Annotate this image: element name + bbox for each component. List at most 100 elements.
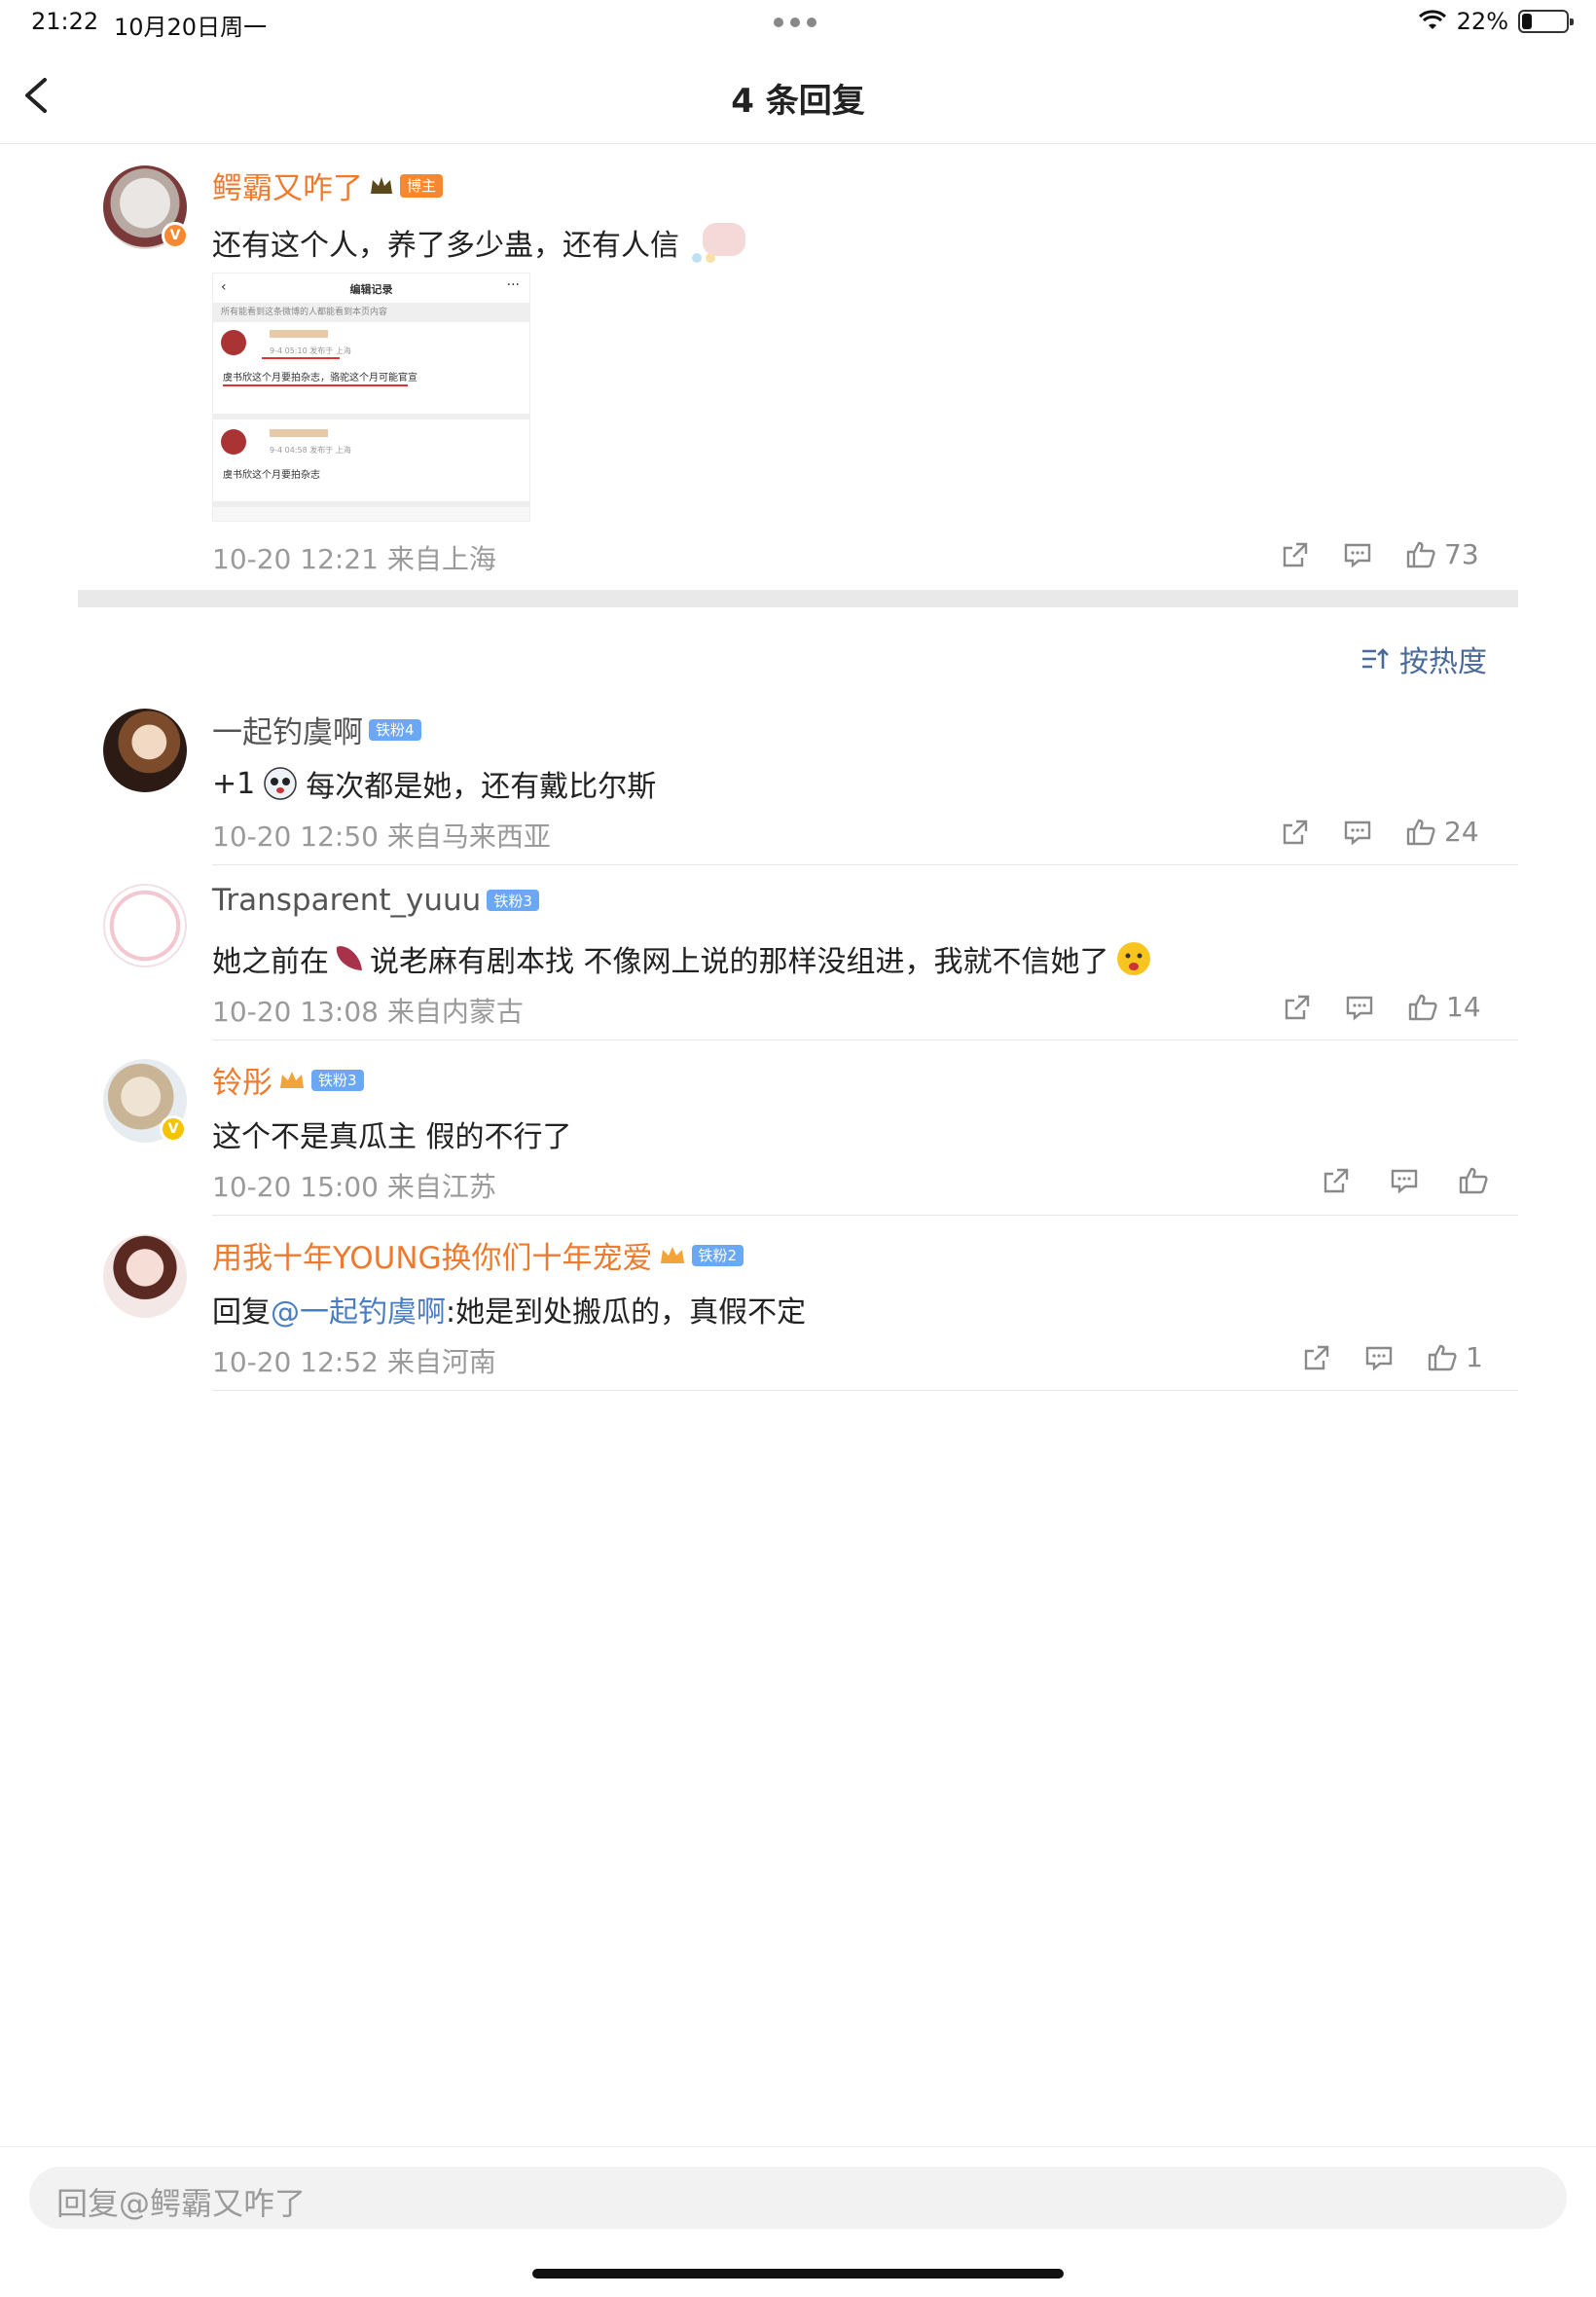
wifi-icon bbox=[1418, 10, 1446, 29]
comment-username[interactable]: 一起钓虞啊 铁粉4 bbox=[212, 708, 421, 751]
share-icon bbox=[1304, 1345, 1329, 1369]
status-date: 10月20日周一 bbox=[114, 14, 268, 41]
username-text[interactable]: 用我十年YOUNG换你们十年宠爱 bbox=[212, 1233, 653, 1277]
share-icon bbox=[1283, 542, 1308, 566]
thumbs-up-icon bbox=[1406, 819, 1435, 845]
comment-button[interactable] bbox=[1364, 1343, 1394, 1372]
verified-badge-icon: V bbox=[160, 1115, 187, 1143]
comment-username[interactable]: Transparent_yuuu 铁粉3 bbox=[212, 883, 539, 918]
embed-avatar bbox=[221, 330, 246, 355]
fan-badge: 铁粉2 bbox=[691, 1244, 744, 1266]
embedded-screenshot-image[interactable]: ‹ 编辑记录 ··· 所有能看到这条微博的人都能看到本页内容 9-4 05:10… bbox=[212, 273, 530, 522]
embed-avatar bbox=[221, 429, 246, 455]
embed-row-time: 9-4 04:58 发布于 上海 bbox=[270, 446, 351, 455]
divider bbox=[212, 1039, 1518, 1040]
comment-text-content: 说老麻有剧本找 不像网上说的那样没组进，我就不信她了 bbox=[370, 945, 1109, 979]
like-button[interactable] bbox=[1458, 1166, 1497, 1195]
comment-text-content: :她是到处搬瓜的，真假不定 bbox=[446, 1295, 807, 1330]
embed-row-text: 虞书欣这个月要拍杂志 bbox=[223, 470, 320, 481]
embed-title: 编辑记录 bbox=[349, 283, 393, 296]
like-button[interactable]: 73 bbox=[1405, 538, 1479, 570]
sweet-potato-emoji-icon bbox=[336, 946, 362, 970]
share-button[interactable] bbox=[1281, 818, 1310, 847]
multitask-dots-icon[interactable] bbox=[774, 18, 816, 27]
divider bbox=[212, 864, 1518, 865]
like-button[interactable]: 1 bbox=[1427, 1341, 1483, 1373]
status-time: 21:22 bbox=[31, 8, 99, 35]
username-text[interactable]: 一起钓虞啊 bbox=[212, 708, 363, 751]
sort-label: 按热度 bbox=[1399, 645, 1487, 679]
embed-row: 9-4 05:10 发布于 上海 虞书欣这个月要拍杂志，骆驼这个月可能官宣 bbox=[213, 322, 529, 419]
embed-username-blur bbox=[270, 429, 328, 437]
comment-text: 还有这个人，养了多少蛊，还有人信 bbox=[212, 219, 747, 266]
comment-text: 她之前在 说老麻有剧本找 不像网上说的那样没组进，我就不信她了 bbox=[212, 937, 1152, 980]
like-count: 14 bbox=[1446, 991, 1481, 1023]
embed-header: ‹ 编辑记录 ··· bbox=[213, 273, 529, 303]
nav-bar: 4 条回复 bbox=[0, 47, 1596, 144]
thumbs-up-icon bbox=[1406, 541, 1435, 567]
sticker-icon bbox=[692, 223, 745, 263]
share-button[interactable] bbox=[1283, 993, 1312, 1022]
share-button[interactable] bbox=[1322, 1166, 1351, 1195]
comment-button[interactable] bbox=[1343, 818, 1372, 847]
fan-badge: 铁粉4 bbox=[369, 718, 421, 741]
comment-icon bbox=[1346, 996, 1373, 1021]
sort-icon bbox=[1362, 648, 1389, 669]
comment-icon bbox=[1344, 543, 1371, 568]
verified-badge-icon: V bbox=[162, 222, 189, 249]
comment-meta: 10-20 12:50 来自马来西亚 bbox=[212, 820, 551, 853]
share-button[interactable] bbox=[1302, 1343, 1331, 1372]
fan-badge: 铁粉3 bbox=[311, 1069, 364, 1091]
reply-input[interactable]: 回复@鳄霸又咋了 bbox=[29, 2167, 1567, 2229]
face-emoji-icon bbox=[1116, 942, 1150, 975]
section-divider bbox=[78, 590, 1518, 607]
share-icon bbox=[1324, 1168, 1349, 1193]
battery-icon bbox=[1518, 10, 1574, 33]
thumbs-up-icon bbox=[1459, 1167, 1488, 1194]
share-icon bbox=[1283, 820, 1308, 844]
comment-button[interactable] bbox=[1345, 993, 1374, 1022]
embed-subtitle: 所有能看到这条微博的人都能看到本页内容 bbox=[213, 303, 529, 322]
comment-username[interactable]: 铃彤 铁粉3 bbox=[212, 1058, 364, 1102]
like-button[interactable]: 14 bbox=[1407, 991, 1481, 1023]
username-text[interactable]: 鳄霸又咋了 bbox=[212, 164, 363, 207]
mention-link[interactable]: @一起钓虞啊 bbox=[271, 1288, 446, 1331]
comment-icon bbox=[1365, 1346, 1393, 1371]
comment-username[interactable]: 鳄霸又咋了 博主 bbox=[212, 164, 444, 207]
comment-button[interactable] bbox=[1390, 1166, 1419, 1195]
avatar[interactable] bbox=[103, 1234, 187, 1318]
thumbs-up-icon bbox=[1428, 1344, 1457, 1370]
home-indicator[interactable] bbox=[532, 2269, 1064, 2279]
panda-emoji-icon bbox=[264, 767, 297, 800]
embed-row: 9-4 04:58 发布于 上海 虞书欣这个月要拍杂志 bbox=[213, 419, 529, 507]
username-text[interactable]: Transparent_yuuu bbox=[212, 883, 481, 918]
reply-label: 回复 bbox=[212, 1295, 271, 1330]
share-icon bbox=[1285, 995, 1310, 1019]
comment-meta: 10-20 15:00 来自江苏 bbox=[212, 1171, 496, 1203]
crown-icon bbox=[371, 176, 392, 194]
comment-text: 这个不是真瓜主 假的不行了 bbox=[212, 1120, 572, 1154]
avatar[interactable] bbox=[103, 884, 187, 967]
fan-badge: 铁粉3 bbox=[487, 890, 539, 911]
status-bar: 21:22 10月20日周一 22% bbox=[0, 0, 1596, 47]
embed-underline bbox=[223, 384, 408, 386]
thumbs-up-icon bbox=[1408, 994, 1437, 1020]
comment-meta: 10-20 12:52 来自河南 bbox=[212, 1346, 496, 1378]
host-badge: 博主 bbox=[400, 173, 444, 198]
comment-username[interactable]: 用我十年YOUNG换你们十年宠爱 铁粉2 bbox=[212, 1233, 744, 1277]
share-button[interactable] bbox=[1281, 540, 1310, 569]
comment-button[interactable] bbox=[1343, 540, 1372, 569]
username-text[interactable]: 铃彤 bbox=[212, 1058, 272, 1102]
page-title: 4 条回复 bbox=[731, 82, 865, 121]
embed-row-time: 9-4 05:10 发布于 上海 bbox=[270, 346, 351, 355]
reply-placeholder: 回复@鳄霸又咋了 bbox=[56, 2185, 307, 2222]
comment-text-prefix: +1 bbox=[212, 766, 256, 801]
avatar[interactable] bbox=[103, 709, 187, 792]
sort-by-hot-button[interactable]: 按热度 bbox=[1360, 638, 1487, 680]
like-button[interactable]: 24 bbox=[1405, 816, 1479, 848]
battery-percent: 22% bbox=[1456, 8, 1508, 35]
comment-meta: 10-20 12:21 来自上海 bbox=[212, 543, 496, 575]
comment-icon bbox=[1391, 1169, 1418, 1194]
divider bbox=[0, 2146, 1596, 2147]
embed-underline bbox=[262, 357, 340, 359]
